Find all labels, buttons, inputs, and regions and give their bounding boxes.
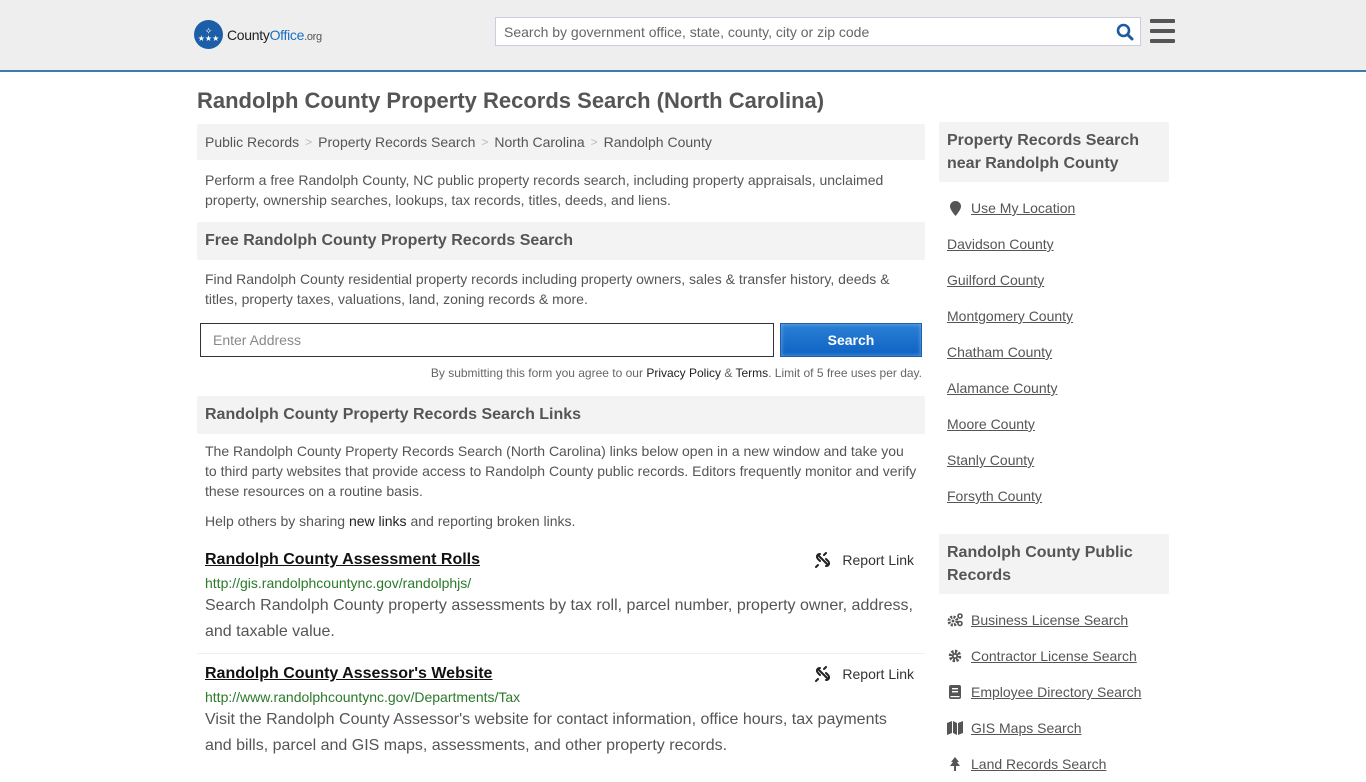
public-records-list: Business License Search Contractor Licen… bbox=[939, 602, 1169, 782]
resource-link-item: Randolph County Assessment Rolls Report … bbox=[197, 548, 925, 654]
nearby-county-list: Use My Location Davidson County Guilford… bbox=[939, 190, 1169, 514]
sidebar: Property Records Search near Randolph Co… bbox=[939, 122, 1169, 782]
links-description: The Randolph County Property Records Sea… bbox=[205, 443, 917, 499]
breadcrumb-separator: > bbox=[481, 135, 489, 149]
breadcrumb-state[interactable]: North Carolina bbox=[494, 134, 584, 150]
top-header: ✧ ★★★ CountyOffice.org bbox=[0, 0, 1366, 72]
free-search-description: Find Randolph County residential propert… bbox=[205, 271, 890, 307]
public-record-link[interactable]: Employee Directory Search bbox=[971, 684, 1141, 700]
public-record-link[interactable]: Contractor License Search bbox=[971, 648, 1137, 664]
public-record-link[interactable]: Business License Search bbox=[971, 612, 1128, 628]
breadcrumb: Public Records > Property Records Search… bbox=[197, 124, 925, 160]
search-icon[interactable] bbox=[1110, 18, 1140, 45]
nearby-heading: Property Records Search near Randolph Co… bbox=[939, 122, 1169, 182]
help-suffix: and reporting broken links. bbox=[406, 513, 576, 529]
terms-link[interactable]: Terms bbox=[735, 366, 768, 380]
main-content: Public Records > Property Records Search… bbox=[197, 124, 925, 759]
resource-link-description: Visit the Randolph County Assessor's web… bbox=[205, 711, 887, 754]
breadcrumb-property-records[interactable]: Property Records Search bbox=[318, 134, 475, 150]
breadcrumb-separator: > bbox=[590, 135, 598, 149]
resource-link-url: http://gis.randolphcountync.gov/randolph… bbox=[205, 575, 472, 591]
gear-icon bbox=[947, 649, 963, 663]
help-text: Help others by sharing new links and rep… bbox=[197, 511, 925, 531]
form-disclaimer: By submitting this form you agree to our… bbox=[197, 366, 925, 380]
resource-link-url: http://www.randolphcountync.gov/Departme… bbox=[205, 689, 521, 705]
disclaimer-text: By submitting this form you agree to our bbox=[430, 366, 647, 380]
report-link-label: Report Link bbox=[842, 552, 914, 568]
use-my-location-link[interactable]: Use My Location bbox=[971, 200, 1075, 216]
help-prefix: Help others by sharing bbox=[205, 513, 349, 529]
privacy-policy-link[interactable]: Privacy Policy bbox=[646, 366, 721, 380]
nearby-county-link[interactable]: Stanly County bbox=[947, 452, 1034, 468]
site-logo[interactable]: ✧ ★★★ CountyOffice.org bbox=[194, 20, 322, 49]
public-record-link[interactable]: GIS Maps Search bbox=[971, 720, 1082, 736]
menu-icon[interactable] bbox=[1150, 19, 1175, 43]
free-search-heading: Free Randolph County Property Records Se… bbox=[197, 222, 925, 260]
nearby-county-link[interactable]: Montgomery County bbox=[947, 308, 1073, 324]
site-search-input[interactable] bbox=[496, 18, 1110, 45]
book-icon bbox=[947, 685, 963, 699]
breadcrumb-separator: > bbox=[305, 135, 313, 149]
page-title: Randolph County Property Records Search … bbox=[197, 88, 825, 113]
links-heading: Randolph County Property Records Search … bbox=[197, 396, 925, 434]
nearby-county-link[interactable]: Guilford County bbox=[947, 272, 1044, 288]
breadcrumb-county[interactable]: Randolph County bbox=[604, 134, 712, 150]
broken-link-icon bbox=[815, 666, 831, 682]
use-location-item: Use My Location bbox=[947, 190, 1161, 226]
breadcrumb-public-records[interactable]: Public Records bbox=[205, 134, 299, 150]
map-icon bbox=[947, 721, 963, 735]
nearby-county-link[interactable]: Alamance County bbox=[947, 380, 1058, 396]
report-link-button[interactable]: Report Link bbox=[815, 552, 917, 568]
logo-text: CountyOffice.org bbox=[227, 26, 322, 43]
map-marker-icon bbox=[947, 200, 963, 216]
intro-text: Perform a free Randolph County, NC publi… bbox=[205, 172, 884, 208]
resource-link-title[interactable]: Randolph County Assessment Rolls bbox=[205, 551, 480, 569]
address-input[interactable] bbox=[200, 323, 774, 357]
broken-link-icon bbox=[815, 552, 831, 568]
public-records-heading: Randolph County Public Records bbox=[939, 534, 1169, 594]
report-link-label: Report Link bbox=[842, 666, 914, 682]
address-search-button[interactable]: Search bbox=[780, 323, 922, 357]
site-search bbox=[495, 17, 1141, 46]
new-links-link[interactable]: new links bbox=[349, 513, 407, 529]
nearby-county-link[interactable]: Forsyth County bbox=[947, 488, 1042, 504]
public-record-link[interactable]: Land Records Search bbox=[971, 756, 1106, 772]
report-link-button[interactable]: Report Link bbox=[815, 666, 917, 682]
logo-emblem-icon: ✧ ★★★ bbox=[194, 20, 223, 49]
resource-link-title[interactable]: Randolph County Assessor's Website bbox=[205, 665, 492, 683]
nearby-county-link[interactable]: Moore County bbox=[947, 416, 1035, 432]
nearby-county-link[interactable]: Davidson County bbox=[947, 236, 1054, 252]
disclaimer-amp: & bbox=[721, 366, 736, 380]
resource-link-item: Randolph County Assessor's Website Repor… bbox=[197, 662, 925, 759]
resource-link-description: Search Randolph County property assessme… bbox=[205, 597, 913, 640]
gears-icon bbox=[947, 613, 963, 627]
address-search-form: Search bbox=[197, 323, 925, 357]
nearby-county-link[interactable]: Chatham County bbox=[947, 344, 1052, 360]
disclaimer-suffix: . Limit of 5 free uses per day. bbox=[768, 366, 922, 380]
tree-icon bbox=[947, 757, 963, 771]
